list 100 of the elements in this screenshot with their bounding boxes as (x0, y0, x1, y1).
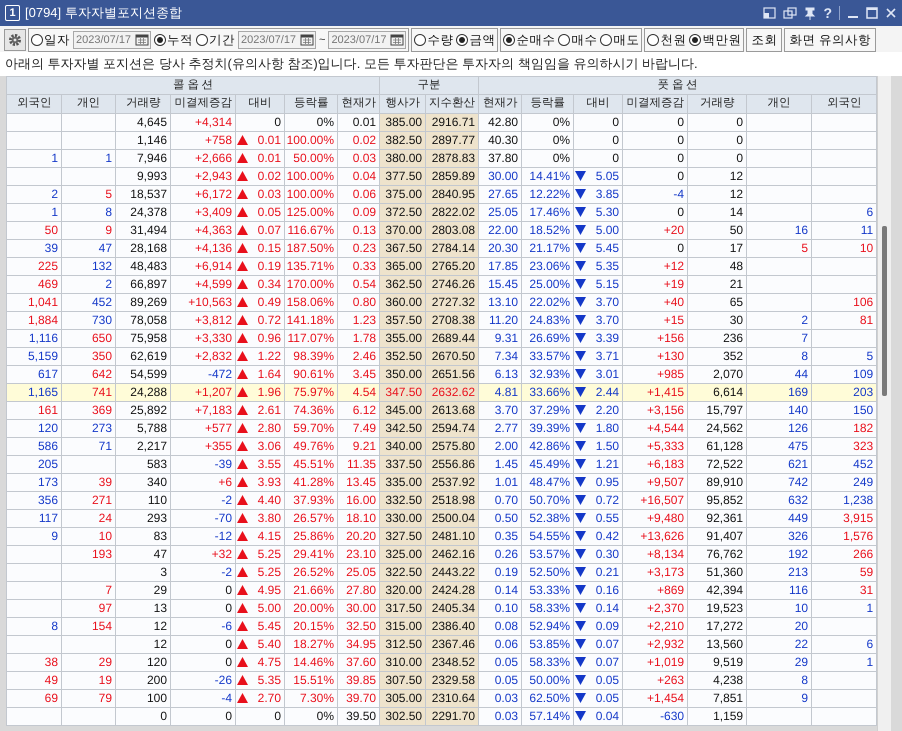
calendar-icon[interactable] (134, 33, 150, 47)
table-cell: +2,370 (622, 599, 688, 617)
table-cell: 2878.83 (426, 149, 479, 167)
table-cell: 90.61% (284, 365, 338, 383)
table-cell: 1,146 (116, 131, 170, 149)
table-cell: 51,360 (688, 563, 747, 581)
table-cell: 13 (116, 599, 170, 617)
table-cell: +40 (622, 293, 688, 311)
table-cell: 79 (62, 689, 116, 707)
scrollbar[interactable] (877, 76, 892, 731)
table-cell: 33.66% (522, 383, 574, 401)
column-header: 개인 (746, 94, 812, 113)
table-cell: 71 (62, 437, 116, 455)
table-cell: 0.55 (596, 510, 620, 526)
table-cell: 0 (688, 149, 747, 167)
table-cell: 98.39% (284, 347, 338, 365)
date-field[interactable]: 2023/07/17 (238, 31, 316, 49)
radio-option[interactable]: 기간 (196, 30, 235, 50)
close-icon[interactable] (885, 7, 897, 19)
table-cell: -6 (170, 617, 236, 635)
table-cell: 0 (622, 131, 688, 149)
table-cell: 29 (116, 581, 170, 599)
table-cell: 0.70 (478, 491, 522, 509)
table-cell: 5.25 (258, 546, 281, 562)
table-cell: 57.14% (522, 707, 574, 725)
table-cell: 367.50 (380, 239, 426, 257)
settings-button[interactable] (4, 29, 26, 51)
radio-option[interactable]: 일자 (31, 30, 70, 50)
down-triangle-icon (575, 423, 586, 433)
table-cell: 2367.46 (426, 635, 479, 653)
down-triangle-icon (575, 369, 586, 379)
column-group-header: 콜 옵 션 (6, 76, 380, 95)
range-separator: ~ (319, 32, 326, 48)
table-cell: +20 (622, 221, 688, 239)
down-triangle-icon (575, 297, 586, 307)
radio-option[interactable]: 매수 (558, 30, 598, 50)
pin-icon[interactable] (804, 6, 816, 20)
date-field[interactable]: 2023/07/17 (328, 31, 406, 49)
radio-option[interactable]: 금액 (456, 30, 496, 50)
date-field[interactable]: 2023/07/17 (73, 31, 151, 49)
table-cell: 2424.28 (426, 581, 479, 599)
calendar-icon[interactable] (299, 33, 315, 47)
table-cell: 75.97% (284, 383, 338, 401)
toolbar-button[interactable]: 화면 유의사항 (784, 28, 876, 52)
radio-option[interactable]: 누적 (154, 30, 193, 50)
table-cell: +355 (170, 437, 236, 455)
table-cell: 213 (746, 563, 812, 581)
down-triangle-icon (575, 351, 586, 361)
table-cell: 0.04 (596, 708, 620, 724)
down-triangle-icon (575, 405, 586, 415)
table-cell: 0 (170, 599, 236, 617)
table-cell: 6,614 (688, 383, 747, 401)
table-cell: +6 (170, 473, 236, 491)
radio-option[interactable]: 매도 (600, 30, 640, 50)
table-cell: 47 (62, 239, 116, 257)
maximize-icon[interactable] (866, 7, 878, 19)
toolbar-button[interactable]: 조회 (746, 28, 782, 52)
table-cell: 583 (116, 455, 170, 473)
table-cell: 74.36% (284, 401, 338, 419)
radio-option[interactable]: 백만원 (689, 30, 742, 50)
calendar-icon[interactable] (389, 33, 406, 47)
radio-option[interactable]: 순매수 (503, 30, 556, 50)
table-cell: 2632.62 (426, 383, 479, 401)
table-cell: 0.42 (596, 528, 620, 544)
table-cell: 50 (688, 221, 747, 239)
help-button[interactable]: ? (823, 6, 832, 20)
table-cell: 2822.02 (426, 203, 479, 221)
up-triangle-icon (237, 315, 248, 325)
radio-option[interactable]: 천원 (647, 30, 686, 50)
scrollbar-thumb[interactable] (882, 226, 888, 396)
table-cell: 5 (62, 185, 116, 203)
table-cell: 0.15 (258, 240, 281, 256)
table-cell: 17 (688, 239, 747, 257)
table-cell: 5,159 (6, 347, 62, 365)
table-cell: 89,910 (688, 473, 747, 491)
down-triangle-icon (575, 225, 586, 235)
table-cell: 44 (746, 365, 812, 383)
table-cell: 4.15 (258, 528, 281, 544)
table-cell: 18.27% (284, 635, 338, 653)
table-cell: 7.34 (478, 347, 522, 365)
table-cell: +2,210 (622, 617, 688, 635)
layout-icon[interactable] (763, 7, 776, 19)
table-cell: 53.57% (522, 545, 574, 563)
table-cell: 42.80 (478, 113, 522, 131)
up-triangle-icon (237, 243, 248, 253)
table-cell: 0 (688, 131, 747, 149)
down-triangle-icon (575, 657, 586, 667)
windows-icon[interactable] (783, 7, 798, 19)
table-cell: 0.01 (258, 132, 281, 148)
table-cell: 385.00 (380, 113, 426, 131)
table-cell: 9,519 (688, 653, 747, 671)
table-cell: 3 (116, 563, 170, 581)
table-cell: 372.50 (380, 203, 426, 221)
table-cell: 25.86% (284, 527, 338, 545)
table-cell: 352 (688, 347, 747, 365)
table-cell: 5.35 (258, 672, 281, 688)
table-cell: 305.00 (380, 689, 426, 707)
down-triangle-icon (575, 243, 586, 253)
radio-option[interactable]: 수량 (414, 30, 454, 50)
table-cell: 21 (688, 275, 747, 293)
